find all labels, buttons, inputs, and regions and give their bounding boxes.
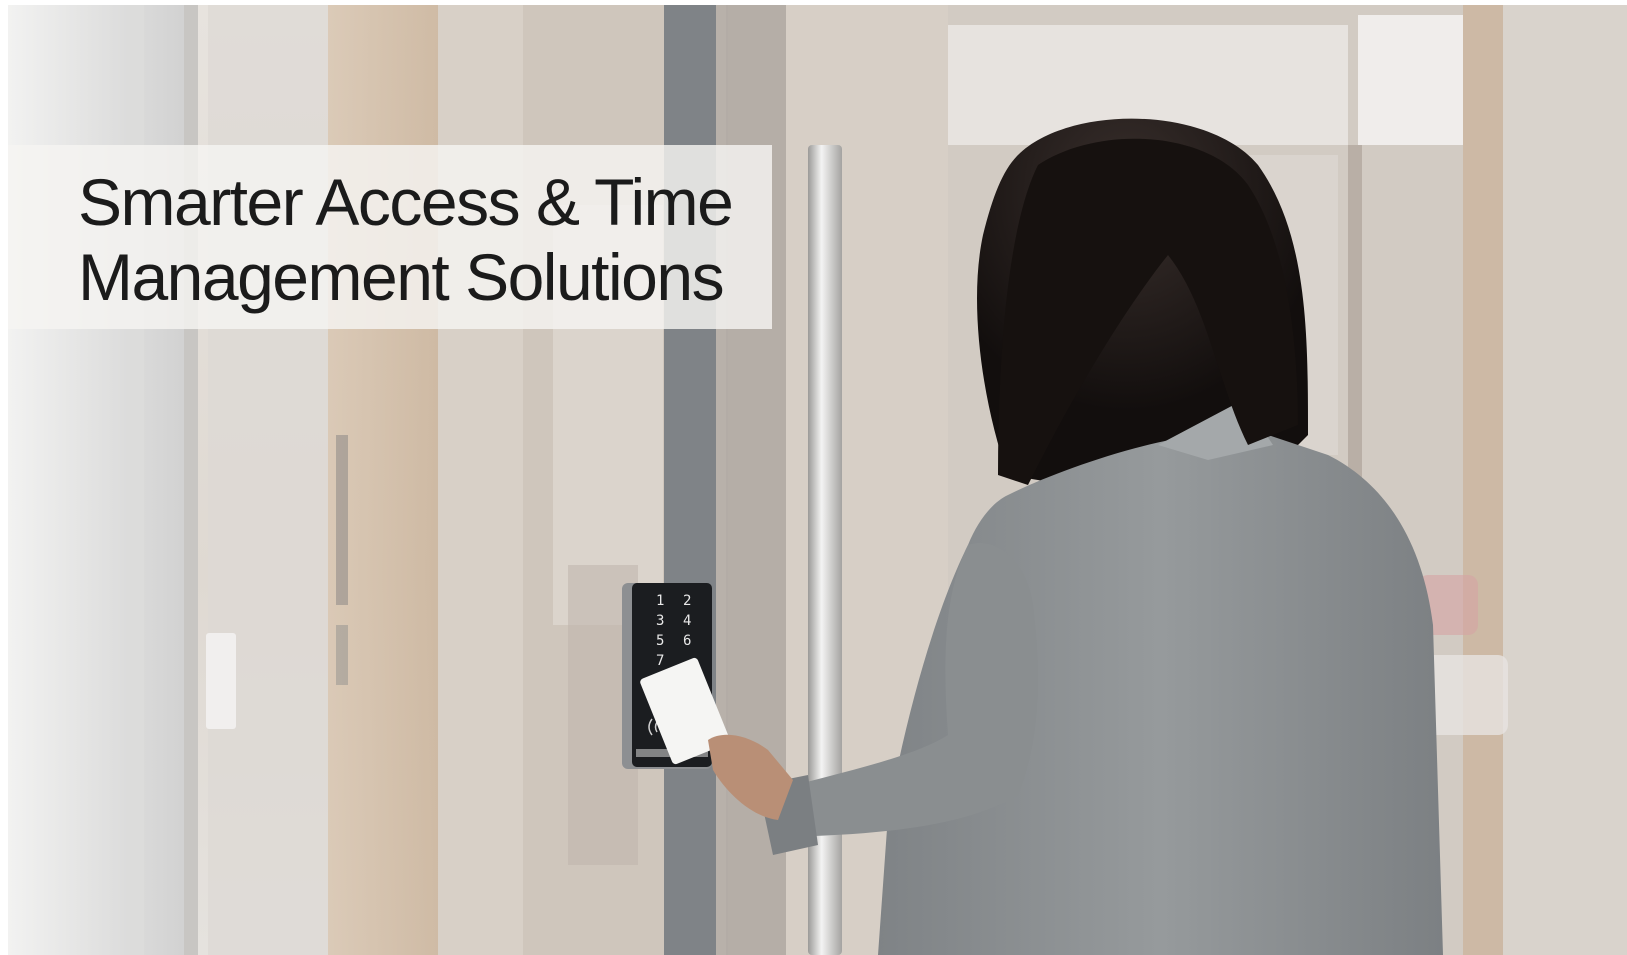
keypad-key: 2 (683, 593, 691, 609)
keypad-key: 7 (656, 653, 664, 669)
keypad-key: 6 (683, 633, 691, 649)
hero-headline: Smarter Access & Time Management Solutio… (78, 165, 758, 315)
keypad-key: 4 (683, 613, 691, 629)
hero-banner: 1 2 3 4 5 6 7 Smarter Access & Time Mana… (8, 5, 1627, 955)
headline-line-1: Smarter Access & Time (78, 165, 734, 239)
keypad-key: 3 (656, 613, 664, 629)
keypad-key: 5 (656, 633, 664, 649)
keypad-key: 1 (656, 593, 664, 609)
headline-line-2: Management Solutions (78, 240, 725, 314)
